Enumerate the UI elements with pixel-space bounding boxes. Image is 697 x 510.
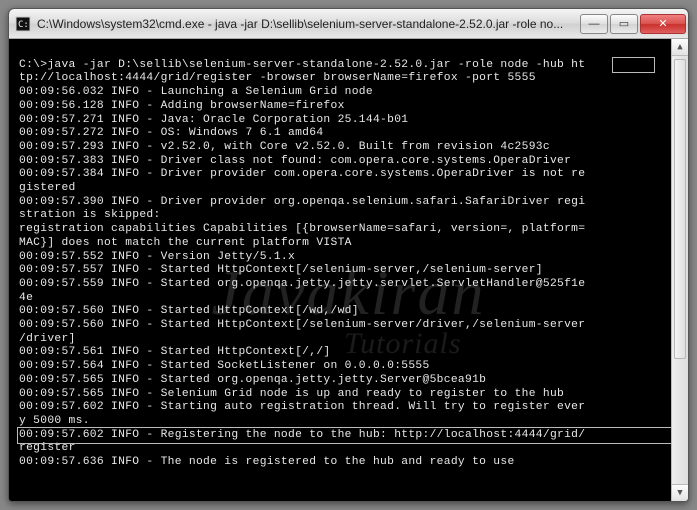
registered-highlight-box (17, 427, 673, 444)
cmd-icon: C: (15, 16, 31, 32)
scrollbar-thumb[interactable] (674, 59, 686, 359)
cmd-window: C: C:\Windows\system32\cmd.exe - java -j… (8, 8, 689, 502)
titlebar[interactable]: C: C:\Windows\system32\cmd.exe - java -j… (9, 9, 688, 39)
vertical-scrollbar[interactable]: ▲ ▼ (671, 39, 688, 501)
close-button[interactable]: ✕ (640, 14, 686, 34)
maximize-button[interactable]: ▭ (610, 14, 638, 34)
port-highlight-box (612, 57, 655, 73)
console-area[interactable]: C:\>java -jar D:\sellib\selenium-server-… (9, 39, 688, 501)
console-output: C:\>java -jar D:\sellib\selenium-server-… (19, 45, 682, 470)
minimize-button[interactable]: — (580, 14, 608, 34)
window-title: C:\Windows\system32\cmd.exe - java -jar … (37, 17, 578, 31)
scroll-down-button[interactable]: ▼ (672, 484, 688, 501)
svg-text:C:: C: (18, 20, 29, 30)
scroll-up-button[interactable]: ▲ (672, 39, 688, 56)
window-controls: — ▭ ✕ (578, 14, 686, 34)
